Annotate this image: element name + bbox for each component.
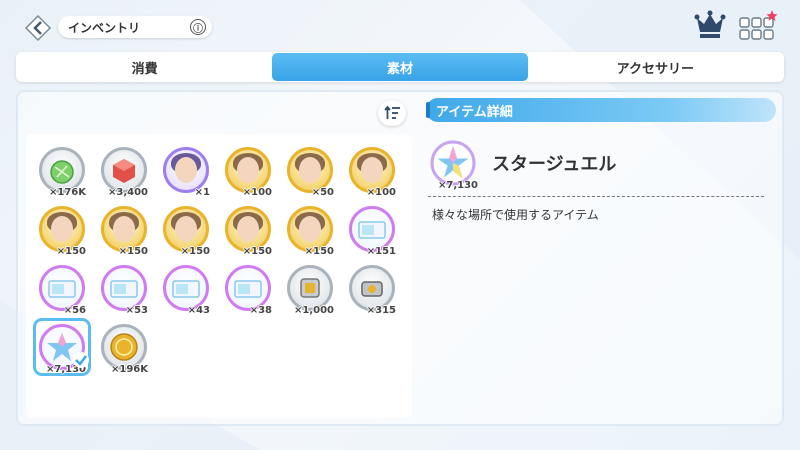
inventory-item[interactable]: ×196K bbox=[98, 321, 150, 375]
item-count: ×43 bbox=[187, 305, 210, 316]
back-button[interactable] bbox=[24, 14, 52, 42]
detail-item-name: スタージュエル bbox=[492, 154, 617, 175]
item-count: ×38 bbox=[249, 305, 272, 316]
item-count: ×100 bbox=[242, 187, 272, 198]
crown-icon bbox=[694, 10, 726, 38]
tab-accessories[interactable]: アクセサリー bbox=[528, 53, 783, 81]
menu-button[interactable] bbox=[738, 10, 778, 42]
grid-menu-icon bbox=[739, 10, 778, 40]
inventory-item[interactable]: ×176K bbox=[36, 144, 88, 198]
item-count: ×176K bbox=[48, 187, 86, 198]
inventory-item[interactable]: ×7,130 bbox=[36, 321, 89, 375]
page-title-text: インベントリ bbox=[68, 20, 141, 35]
sort-icon bbox=[384, 105, 400, 119]
item-count: ×196K bbox=[110, 364, 148, 375]
item-count: ×150 bbox=[180, 246, 210, 257]
detail-description: 様々な場所で使用するアイテム bbox=[432, 208, 599, 222]
info-button[interactable]: ⓘ bbox=[190, 19, 206, 35]
item-count: ×315 bbox=[366, 305, 396, 316]
inventory-item[interactable]: ×38 bbox=[222, 262, 274, 316]
inventory-item[interactable]: ×56 bbox=[36, 262, 88, 316]
inventory-item[interactable]: ×150 bbox=[36, 203, 88, 257]
inventory-item[interactable]: ×315 bbox=[346, 262, 398, 316]
selected-check-icon bbox=[73, 352, 89, 368]
item-count: ×53 bbox=[125, 305, 148, 316]
crown-button[interactable] bbox=[694, 10, 726, 40]
inventory-item[interactable]: ×150 bbox=[222, 203, 274, 257]
item-count: ×150 bbox=[304, 246, 334, 257]
detail-header: アイテム詳細 bbox=[426, 98, 776, 122]
item-count: ×100 bbox=[366, 187, 396, 198]
sort-button[interactable] bbox=[378, 100, 406, 126]
item-count: ×1,000 bbox=[293, 305, 334, 316]
detail-count: ×7,130 bbox=[438, 180, 479, 191]
inventory-item[interactable]: ×150 bbox=[284, 203, 336, 257]
back-icon bbox=[24, 14, 52, 42]
inventory-item[interactable]: ×150 bbox=[98, 203, 150, 257]
item-count: ×3,400 bbox=[107, 187, 148, 198]
item-count: ×50 bbox=[311, 187, 334, 198]
inventory-item[interactable]: ×100 bbox=[222, 144, 274, 198]
item-count: ×150 bbox=[242, 246, 272, 257]
inventory-item[interactable]: ×3,400 bbox=[98, 144, 150, 198]
item-count: ×150 bbox=[118, 246, 148, 257]
item-count: ×150 bbox=[56, 246, 86, 257]
inventory-item[interactable]: ×150 bbox=[160, 203, 212, 257]
item-count: ×56 bbox=[63, 305, 86, 316]
inventory-item[interactable]: ×100 bbox=[346, 144, 398, 198]
inventory-item[interactable]: ×1,000 bbox=[284, 262, 336, 316]
tab-consumables[interactable]: 消費 bbox=[17, 53, 272, 81]
category-tabs: 消費 素材 アクセサリー bbox=[16, 52, 784, 82]
item-count: ×151 bbox=[366, 246, 396, 257]
page-title: インベントリ ⓘ bbox=[58, 16, 212, 38]
inventory-item[interactable]: ×43 bbox=[160, 262, 212, 316]
tab-materials[interactable]: 素材 bbox=[272, 53, 528, 81]
item-grid: ×176K ×3,400 ×1 ×100 ×50 ×100 ×150 ×150 ×150 ×150… bbox=[26, 134, 412, 418]
inventory-item[interactable]: ×50 bbox=[284, 144, 336, 198]
item-count: ×1 bbox=[194, 187, 210, 198]
detail-divider bbox=[428, 196, 764, 197]
inventory-item[interactable]: ×1 bbox=[160, 144, 212, 198]
inventory-item[interactable]: ×53 bbox=[98, 262, 150, 316]
inventory-item[interactable]: ×151 bbox=[346, 203, 398, 257]
